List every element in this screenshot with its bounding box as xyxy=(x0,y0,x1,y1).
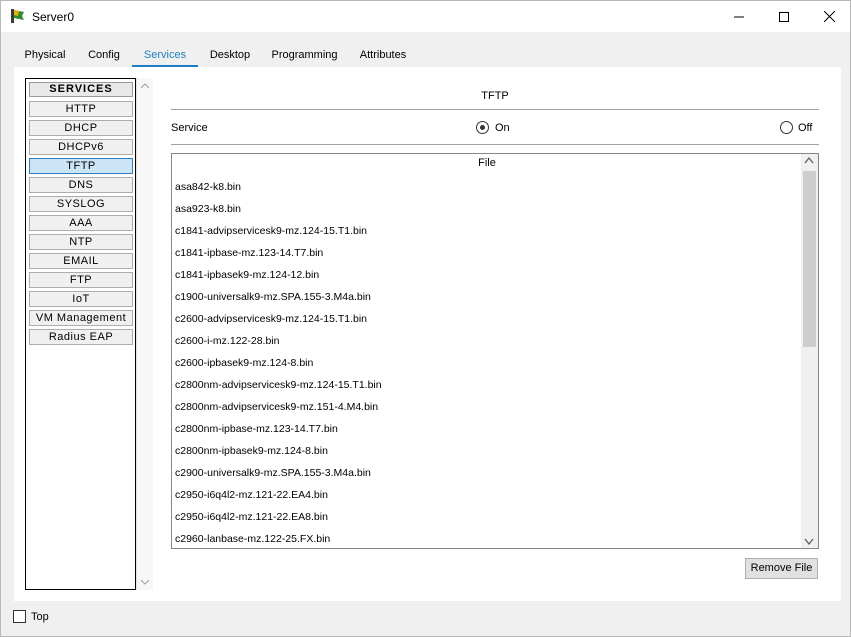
scroll-down-icon[interactable] xyxy=(804,538,814,545)
maximize-icon xyxy=(779,11,789,22)
divider xyxy=(171,144,819,145)
service-http-button[interactable]: HTTP xyxy=(29,101,133,117)
window-title: Server0 xyxy=(32,10,75,24)
service-on-label[interactable]: On xyxy=(495,122,510,134)
tab-programming[interactable]: Programming xyxy=(263,44,346,68)
service-ntp-button[interactable]: NTP xyxy=(29,234,133,250)
file-row[interactable]: c1900-universalk9-mz.SPA.155-3.M4a.bin xyxy=(175,286,795,308)
maximize-button[interactable] xyxy=(761,1,807,32)
service-label: Service xyxy=(171,122,208,134)
scrollbar-thumb[interactable] xyxy=(803,171,816,347)
title-bar[interactable]: Server0 xyxy=(1,1,850,32)
service-dhcpv6-button[interactable]: DHCPv6 xyxy=(29,139,133,155)
file-column-header: File xyxy=(478,157,496,169)
file-list[interactable]: File asa842-k8.bin asa923-k8.bin c1841-a… xyxy=(171,153,819,549)
service-on-radio[interactable] xyxy=(476,121,489,134)
tab-desktop[interactable]: Desktop xyxy=(200,44,260,68)
file-row[interactable]: asa923-k8.bin xyxy=(175,198,795,220)
scroll-up-icon[interactable] xyxy=(804,157,814,164)
service-syslog-button[interactable]: SYSLOG xyxy=(29,196,133,212)
remove-file-button[interactable]: Remove File xyxy=(745,558,818,579)
close-button[interactable] xyxy=(806,1,851,32)
service-tftp-button[interactable]: TFTP xyxy=(29,158,133,174)
file-row[interactable]: c2600-advipservicesk9-mz.124-15.T1.bin xyxy=(175,308,795,330)
minimize-button[interactable] xyxy=(716,1,762,32)
tab-config[interactable]: Config xyxy=(77,44,131,68)
service-ftp-button[interactable]: FTP xyxy=(29,272,133,288)
service-dns-button[interactable]: DNS xyxy=(29,177,133,193)
file-row[interactable]: c1841-ipbasek9-mz.124-12.bin xyxy=(175,264,795,286)
services-list: SERVICES HTTP DHCP DHCPv6 TFTP DNS SYSLO… xyxy=(25,78,136,590)
minimize-icon xyxy=(734,16,744,17)
top-checkbox[interactable] xyxy=(13,610,26,623)
tab-services[interactable]: Services xyxy=(132,44,198,68)
service-off-label[interactable]: Off xyxy=(798,122,812,134)
file-row[interactable]: c2950-i6q4l2-mz.121-22.EA8.bin xyxy=(175,506,795,528)
tftp-title: TFTP xyxy=(481,90,509,102)
service-vm-management-button[interactable]: VM Management xyxy=(29,310,133,326)
service-iot-button[interactable]: IoT xyxy=(29,291,133,307)
tab-physical[interactable]: Physical xyxy=(13,44,77,68)
service-radius-eap-button[interactable]: Radius EAP xyxy=(29,329,133,345)
file-row[interactable]: c2950-i6q4l2-mz.121-22.EA4.bin xyxy=(175,484,795,506)
file-list-scrollbar[interactable] xyxy=(801,154,818,548)
file-row[interactable]: c2800nm-advipservicesk9-mz.124-15.T1.bin xyxy=(175,374,795,396)
file-row[interactable]: c1841-advipservicesk9-mz.124-15.T1.bin xyxy=(175,220,795,242)
server-app-icon xyxy=(11,9,24,23)
service-dhcp-button[interactable]: DHCP xyxy=(29,120,133,136)
service-off-radio[interactable] xyxy=(780,121,793,134)
file-row[interactable]: c1841-ipbase-mz.123-14.T7.bin xyxy=(175,242,795,264)
service-aaa-button[interactable]: AAA xyxy=(29,215,133,231)
file-row[interactable]: c2600-ipbasek9-mz.124-8.bin xyxy=(175,352,795,374)
tab-attributes[interactable]: Attributes xyxy=(350,44,416,68)
close-icon xyxy=(823,11,835,22)
file-row[interactable]: c2800nm-ipbasek9-mz.124-8.bin xyxy=(175,440,795,462)
services-scrollbar[interactable] xyxy=(136,78,153,590)
file-row[interactable]: c2800nm-ipbase-mz.123-14.T7.bin xyxy=(175,418,795,440)
scroll-up-icon[interactable] xyxy=(140,83,150,89)
top-label[interactable]: Top xyxy=(31,611,49,623)
file-row[interactable]: c2800nm-advipservicesk9-mz.151-4.M4.bin xyxy=(175,396,795,418)
file-row[interactable]: c2900-universalk9-mz.SPA.155-3.M4a.bin xyxy=(175,462,795,484)
file-row[interactable]: c2600-i-mz.122-28.bin xyxy=(175,330,795,352)
service-email-button[interactable]: EMAIL xyxy=(29,253,133,269)
services-header: SERVICES xyxy=(29,82,133,97)
scroll-down-icon[interactable] xyxy=(140,579,150,585)
file-row[interactable]: c2960-lanbase-mz.122-25.FX.bin xyxy=(175,528,795,548)
file-row[interactable]: asa842-k8.bin xyxy=(175,176,795,198)
divider xyxy=(171,109,819,110)
app-window: Server0 Physical Config Services Desktop… xyxy=(0,0,851,637)
